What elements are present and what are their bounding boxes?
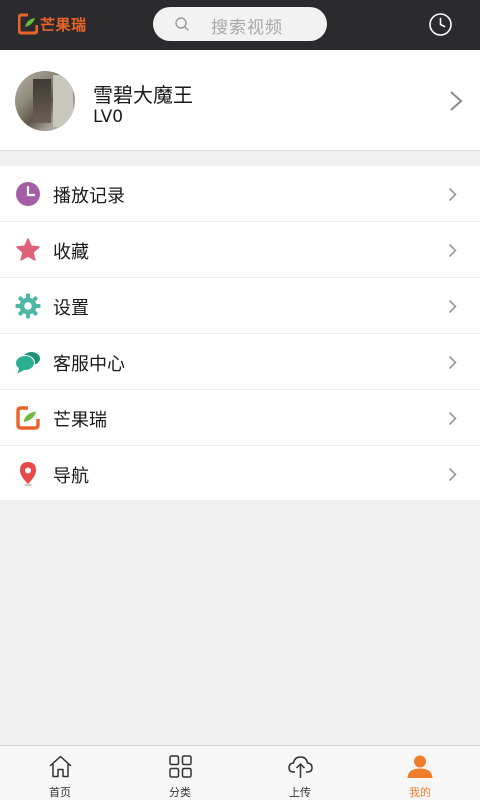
- menu-item-mango[interactable]: 芒果瑞: [0, 390, 480, 446]
- app-logo[interactable]: 芒果瑞: [18, 13, 87, 35]
- menu-item-label: 芒果瑞: [53, 410, 107, 431]
- user-level: LV0: [93, 107, 124, 127]
- menu-item-label: 播放记录: [53, 186, 125, 207]
- chat-icon: [15, 352, 40, 374]
- grid-icon: [169, 755, 192, 778]
- upload-cloud-icon: [288, 756, 313, 778]
- tab-mine[interactable]: 我的: [360, 746, 480, 800]
- search-bar[interactable]: 搜索视频: [153, 7, 327, 41]
- menu-list: 播放记录 收藏 设置 客服中心 芒果瑞 导航: [0, 166, 480, 500]
- star-icon: [16, 238, 40, 261]
- chevron-right-icon: [448, 243, 457, 258]
- chevron-right-icon: [450, 91, 463, 111]
- logo-text: 芒果瑞: [40, 15, 87, 34]
- menu-item-label: 客服中心: [53, 354, 125, 375]
- chevron-right-icon: [448, 187, 457, 202]
- top-bar: 芒果瑞 搜索视频: [0, 0, 480, 50]
- menu-item-label: 收藏: [53, 242, 89, 263]
- tab-upload[interactable]: 上传: [240, 746, 360, 800]
- mango-logo-icon: [16, 406, 40, 430]
- menu-item-favorites[interactable]: 收藏: [0, 222, 480, 278]
- username: 雪碧大魔王: [93, 83, 193, 107]
- bottom-nav: 首页 分类 上传 我的: [0, 745, 480, 800]
- tab-label: 首页: [49, 786, 71, 799]
- menu-item-settings[interactable]: 设置: [0, 278, 480, 334]
- tab-category[interactable]: 分类: [120, 746, 240, 800]
- history-clock-icon[interactable]: [428, 12, 453, 37]
- profile-card[interactable]: 雪碧大魔王 LV0: [0, 50, 480, 151]
- menu-item-navigation[interactable]: 导航: [0, 446, 480, 500]
- search-icon: [175, 17, 189, 31]
- tab-label: 分类: [169, 786, 191, 799]
- clock-icon: [16, 182, 40, 206]
- tab-home[interactable]: 首页: [0, 746, 120, 800]
- tab-label: 上传: [289, 786, 311, 799]
- home-icon: [49, 755, 72, 778]
- mango-logo-icon: [18, 13, 38, 35]
- menu-item-label: 设置: [53, 298, 89, 319]
- chevron-right-icon: [448, 299, 457, 314]
- menu-item-play-history[interactable]: 播放记录: [0, 166, 480, 222]
- gear-icon: [15, 293, 41, 319]
- chevron-right-icon: [448, 467, 457, 482]
- chevron-right-icon: [448, 411, 457, 426]
- search-placeholder: 搜索视频: [211, 18, 283, 38]
- avatar[interactable]: [15, 71, 75, 131]
- location-pin-icon: [20, 462, 36, 487]
- tab-label: 我的: [409, 786, 431, 799]
- chevron-right-icon: [448, 355, 457, 370]
- user-icon: [407, 755, 433, 778]
- menu-item-customer-service[interactable]: 客服中心: [0, 334, 480, 390]
- menu-item-label: 导航: [53, 466, 89, 487]
